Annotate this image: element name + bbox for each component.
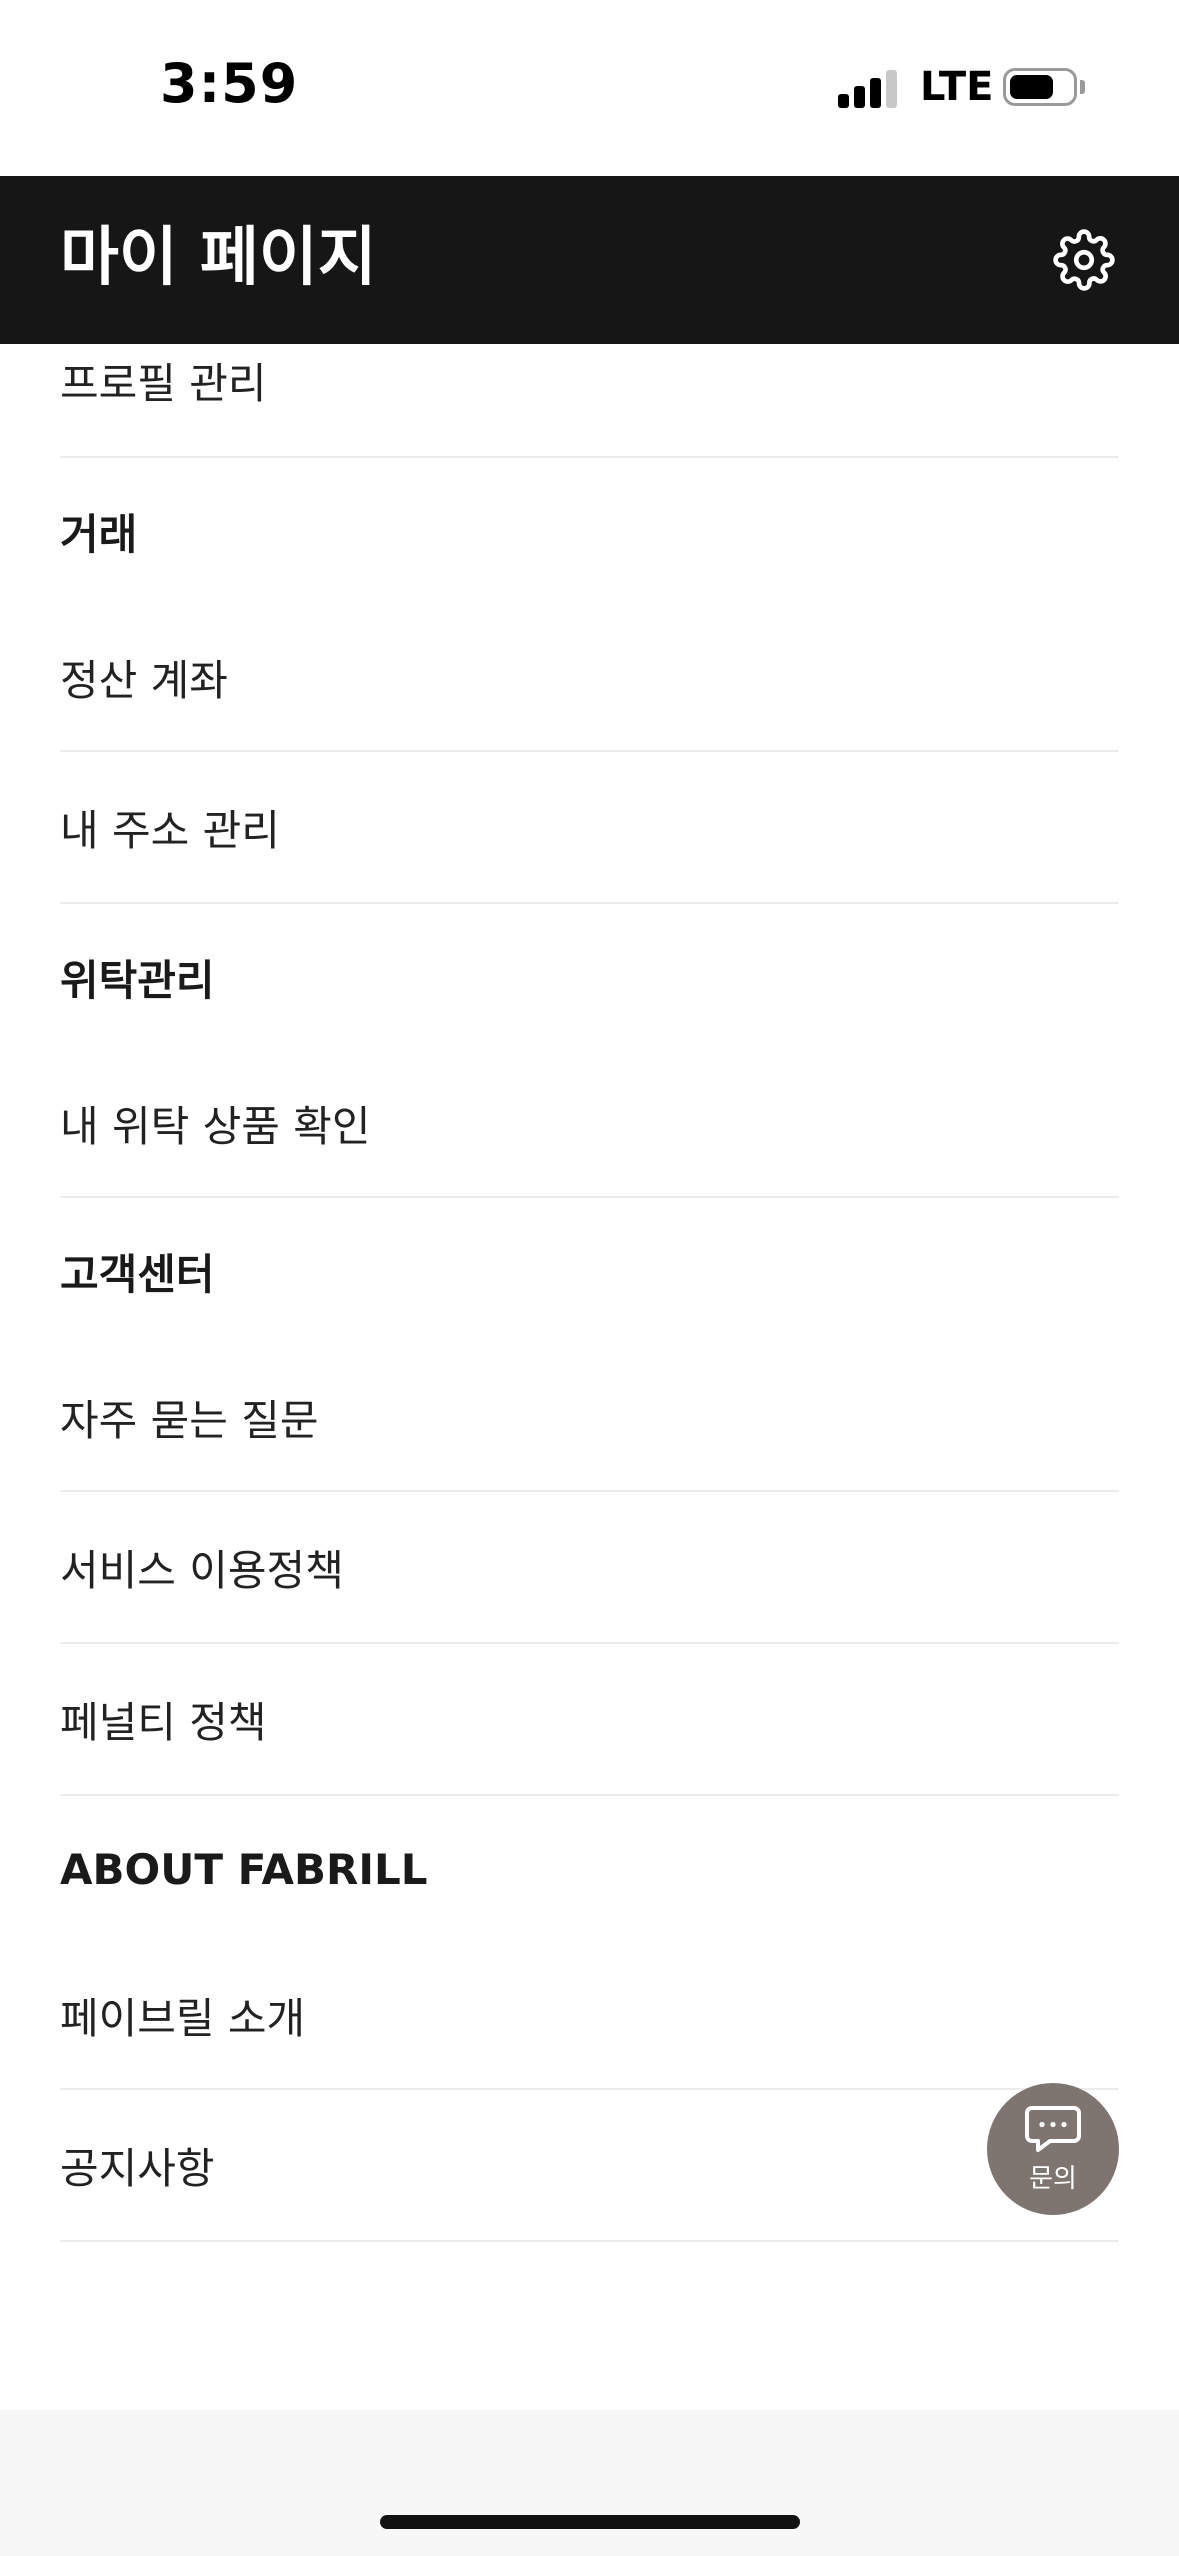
section-title-customer-center: 고객센터	[60, 1249, 215, 1299]
cellular-signal-icon	[838, 68, 900, 108]
menu-item-notice[interactable]: 공지사항	[60, 2090, 1119, 2242]
home-indicator[interactable]	[380, 2515, 800, 2529]
menu-item-my-consignment[interactable]: 내 위탁 상품 확인	[60, 1050, 1119, 1198]
menu-list: 프로필 관리 거래 정산 계좌 내 주소 관리 위탁관리 내 위탁 상품 확인 …	[60, 344, 1119, 2242]
battery-nub	[1080, 80, 1085, 94]
menu-item-faq[interactable]: 자주 묻는 질문	[60, 1344, 1119, 1492]
app-header: 마이 페이지	[0, 176, 1179, 344]
chat-bubble-icon	[1025, 2105, 1081, 2152]
network-type: LTE	[920, 64, 994, 110]
menu-item-about-fabrill[interactable]: 페이브릴 소개	[60, 1942, 1119, 2090]
section-title-consignment: 위탁관리	[60, 955, 215, 1005]
menu-item-penalty-policy[interactable]: 페널티 정책	[60, 1644, 1119, 1796]
status-time: 3:59	[160, 52, 299, 115]
inquiry-label: 문의	[1029, 2163, 1077, 2194]
settings-button[interactable]	[1050, 226, 1118, 294]
menu-item-address[interactable]: 내 주소 관리	[60, 752, 1119, 904]
footer-area	[0, 2410, 1179, 2556]
section-title-trade: 거래	[60, 509, 138, 559]
section-title-about: ABOUT FABRILL	[60, 1844, 428, 1894]
page-title: 마이 페이지	[60, 221, 377, 295]
my-page-screen: 3:59 LTE 마이 페이지 프로필 관리 거래 정산 계좌 내 주소 관리 …	[0, 0, 1179, 2556]
inquiry-button[interactable]: 문의	[987, 2083, 1119, 2215]
menu-item-profile[interactable]: 프로필 관리	[60, 344, 1119, 458]
status-bar: 3:59 LTE	[0, 0, 1179, 176]
battery-level	[1010, 75, 1053, 99]
menu-item-settlement-account[interactable]: 정산 계좌	[60, 604, 1119, 752]
menu-item-service-policy[interactable]: 서비스 이용정책	[60, 1492, 1119, 1644]
gear-icon	[1053, 229, 1115, 291]
battery-icon	[1003, 68, 1077, 106]
